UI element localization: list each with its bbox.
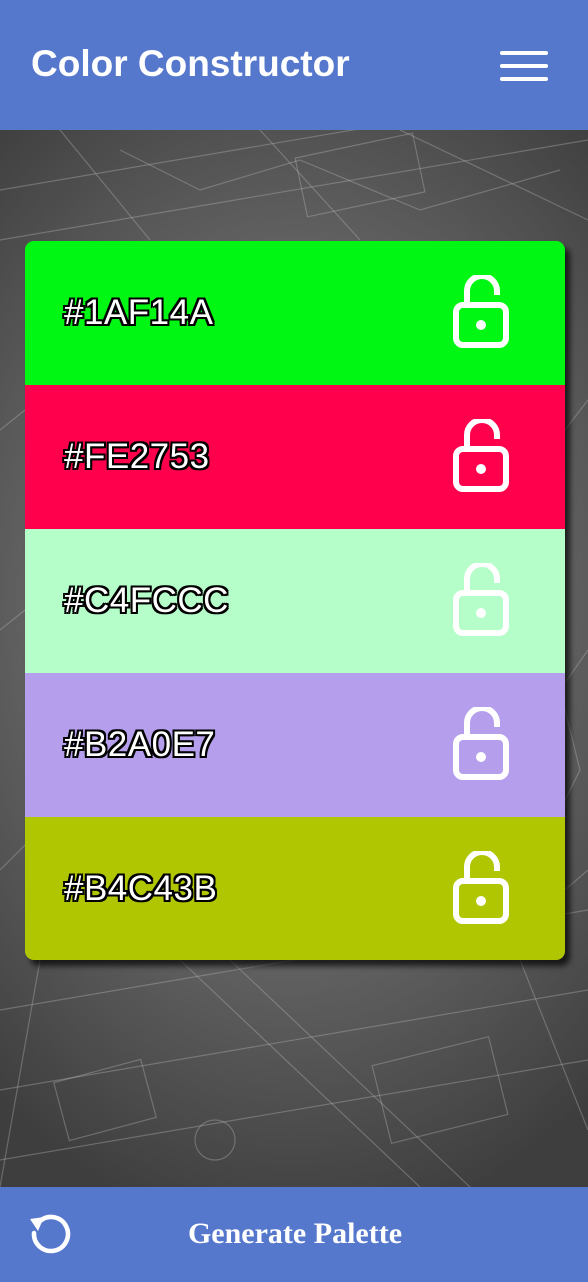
unlocked-padlock-icon[interactable] [451, 419, 513, 493]
app-header: Color Constructor [0, 0, 588, 130]
unlocked-padlock-icon[interactable] [451, 707, 513, 781]
menu-bar-middle [500, 64, 548, 68]
hex-code-label: #B2A0E7 [64, 725, 216, 764]
hex-code-label: #C4FCCC [64, 581, 229, 620]
app-footer: Generate Palette [0, 1187, 588, 1282]
color-swatch[interactable]: #C4FCCC [25, 529, 565, 673]
unlocked-padlock-icon[interactable] [451, 851, 513, 925]
unlocked-padlock-icon[interactable] [451, 563, 513, 637]
app-title: Color Constructor [31, 43, 350, 84]
menu-bar-top [500, 51, 548, 55]
hex-code-label: #FE2753 [64, 437, 210, 476]
generate-palette-button[interactable]: Generate Palette [150, 1213, 440, 1255]
color-swatch[interactable]: #1AF14A [25, 241, 565, 385]
hamburger-menu-icon[interactable] [496, 46, 552, 86]
color-palette: #1AF14A #FE2753 #C4FCCC #B2A0E7 #B4C43B [25, 241, 565, 960]
hex-code-label: #B4C43B [64, 869, 218, 908]
menu-bar-bottom [500, 77, 548, 81]
hex-code-label: #1AF14A [64, 293, 214, 332]
color-swatch[interactable]: #FE2753 [25, 385, 565, 529]
refresh-icon[interactable] [26, 1211, 74, 1259]
unlocked-padlock-icon[interactable] [451, 275, 513, 349]
color-swatch[interactable]: #B4C43B [25, 817, 565, 960]
color-swatch[interactable]: #B2A0E7 [25, 673, 565, 817]
